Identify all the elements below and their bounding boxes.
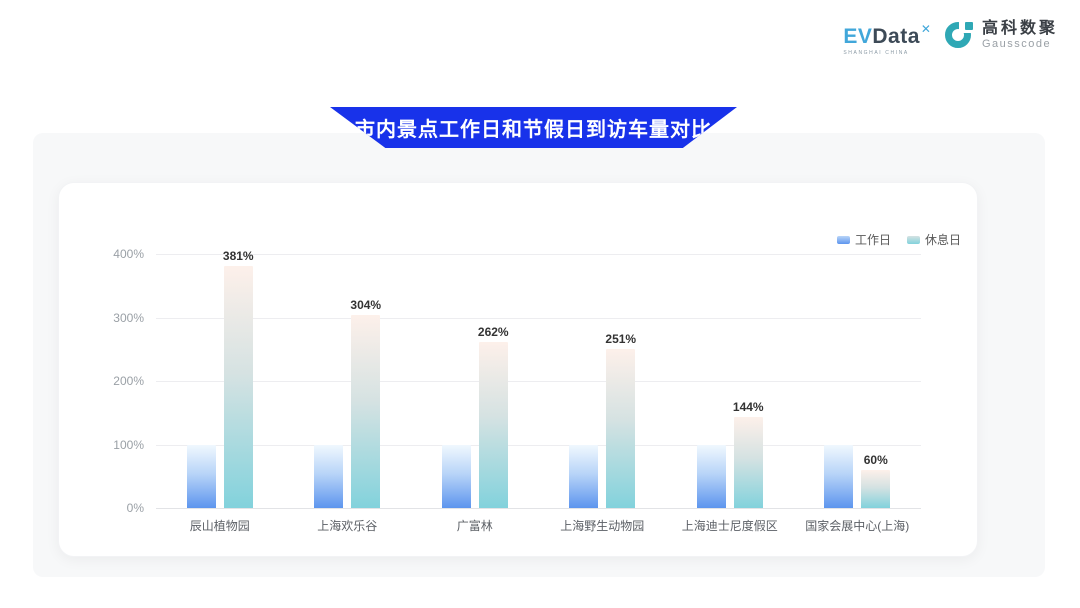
gausscode-logo: 高科数聚 Gausscode bbox=[945, 20, 1058, 50]
bar-value-label: 381% bbox=[223, 249, 254, 263]
evdata-logo-subtext: SHANGHAI CHINA bbox=[843, 50, 908, 56]
bar-restday: 381% bbox=[224, 266, 253, 508]
bar-group-5: 144%上海迪士尼度假区 bbox=[666, 254, 794, 508]
bar-group-4: 251%上海野生动物园 bbox=[539, 254, 667, 508]
x-axis-label: 上海野生动物园 bbox=[560, 517, 644, 534]
x-axis-label: 国家会展中心(上海) bbox=[805, 517, 909, 534]
evdata-logo: EVData✕ SHANGHAI CHINA bbox=[843, 20, 931, 56]
bar-value-label: 144% bbox=[733, 400, 764, 414]
legend-item-workday[interactable]: 工作日 bbox=[837, 231, 891, 248]
x-axis-label: 辰山植物园 bbox=[190, 517, 250, 534]
chart-legend: 工作日 休息日 bbox=[837, 231, 961, 248]
chart-title-banner: 市内景点工作日和节假日到访车量对比 bbox=[330, 107, 737, 148]
gausscode-g-icon bbox=[945, 20, 975, 50]
legend-swatch-restday bbox=[907, 236, 920, 244]
bar-value-label: 304% bbox=[350, 298, 381, 312]
header-logos: EVData✕ SHANGHAI CHINA 高科数聚 Gausscode bbox=[843, 20, 1058, 56]
y-tick-400: 400% bbox=[94, 247, 144, 261]
bar-value-label: 262% bbox=[478, 325, 509, 339]
gausscode-dot bbox=[965, 22, 973, 30]
legend-item-restday[interactable]: 休息日 bbox=[907, 231, 961, 248]
bar-workday bbox=[442, 445, 471, 509]
bar-workday bbox=[569, 445, 598, 509]
gausscode-logo-cn: 高科数聚 bbox=[982, 20, 1058, 38]
y-tick-100: 100% bbox=[94, 438, 144, 452]
y-tick-0: 0% bbox=[94, 501, 144, 515]
bar-restday: 60% bbox=[861, 470, 890, 508]
chart-card: 工作日 休息日 400% 300% 200% 100% 0% 381%辰山植物园… bbox=[58, 182, 978, 557]
bar-group-6: 60%国家会展中心(上海) bbox=[794, 254, 922, 508]
bar-workday bbox=[697, 445, 726, 509]
bar-workday bbox=[314, 445, 343, 509]
legend-swatch-workday bbox=[837, 236, 850, 244]
bar-group-3: 262%广富林 bbox=[411, 254, 539, 508]
y-tick-200: 200% bbox=[94, 374, 144, 388]
x-axis-label: 上海欢乐谷 bbox=[317, 517, 377, 534]
bar-restday: 251% bbox=[606, 349, 635, 508]
legend-label-restday: 休息日 bbox=[925, 231, 961, 248]
y-tick-300: 300% bbox=[94, 311, 144, 325]
plot-area: 400% 300% 200% 100% 0% 381%辰山植物园304%上海欢乐… bbox=[156, 254, 921, 508]
bar-value-label: 251% bbox=[605, 332, 636, 346]
bar-value-label: 60% bbox=[864, 453, 888, 467]
bar-restday: 262% bbox=[479, 342, 508, 508]
bar-restday: 304% bbox=[351, 315, 380, 508]
page-title: 市内景点工作日和节假日到访车量对比 bbox=[355, 113, 712, 142]
x-axis-label: 上海迪士尼度假区 bbox=[682, 517, 778, 534]
bar-workday bbox=[824, 445, 853, 509]
page: EVData✕ SHANGHAI CHINA 高科数聚 Gausscode 市内… bbox=[0, 0, 1080, 608]
bar-group-2: 304%上海欢乐谷 bbox=[284, 254, 412, 508]
x-axis-line bbox=[156, 508, 921, 509]
bar-groups: 381%辰山植物园304%上海欢乐谷262%广富林251%上海野生动物园144%… bbox=[156, 254, 921, 508]
gausscode-text: 高科数聚 Gausscode bbox=[982, 20, 1058, 50]
evdata-logo-ev: EV bbox=[843, 26, 872, 47]
legend-label-workday: 工作日 bbox=[855, 231, 891, 248]
evdata-x-icon: ✕ bbox=[921, 23, 931, 35]
bar-restday: 144% bbox=[734, 417, 763, 508]
gausscode-logo-en: Gausscode bbox=[982, 38, 1058, 50]
bar-workday bbox=[187, 445, 216, 509]
x-axis-label: 广富林 bbox=[457, 517, 493, 534]
evdata-wordmark: EVData✕ bbox=[843, 26, 931, 47]
evdata-logo-data: Data bbox=[872, 26, 920, 47]
bar-group-1: 381%辰山植物园 bbox=[156, 254, 284, 508]
